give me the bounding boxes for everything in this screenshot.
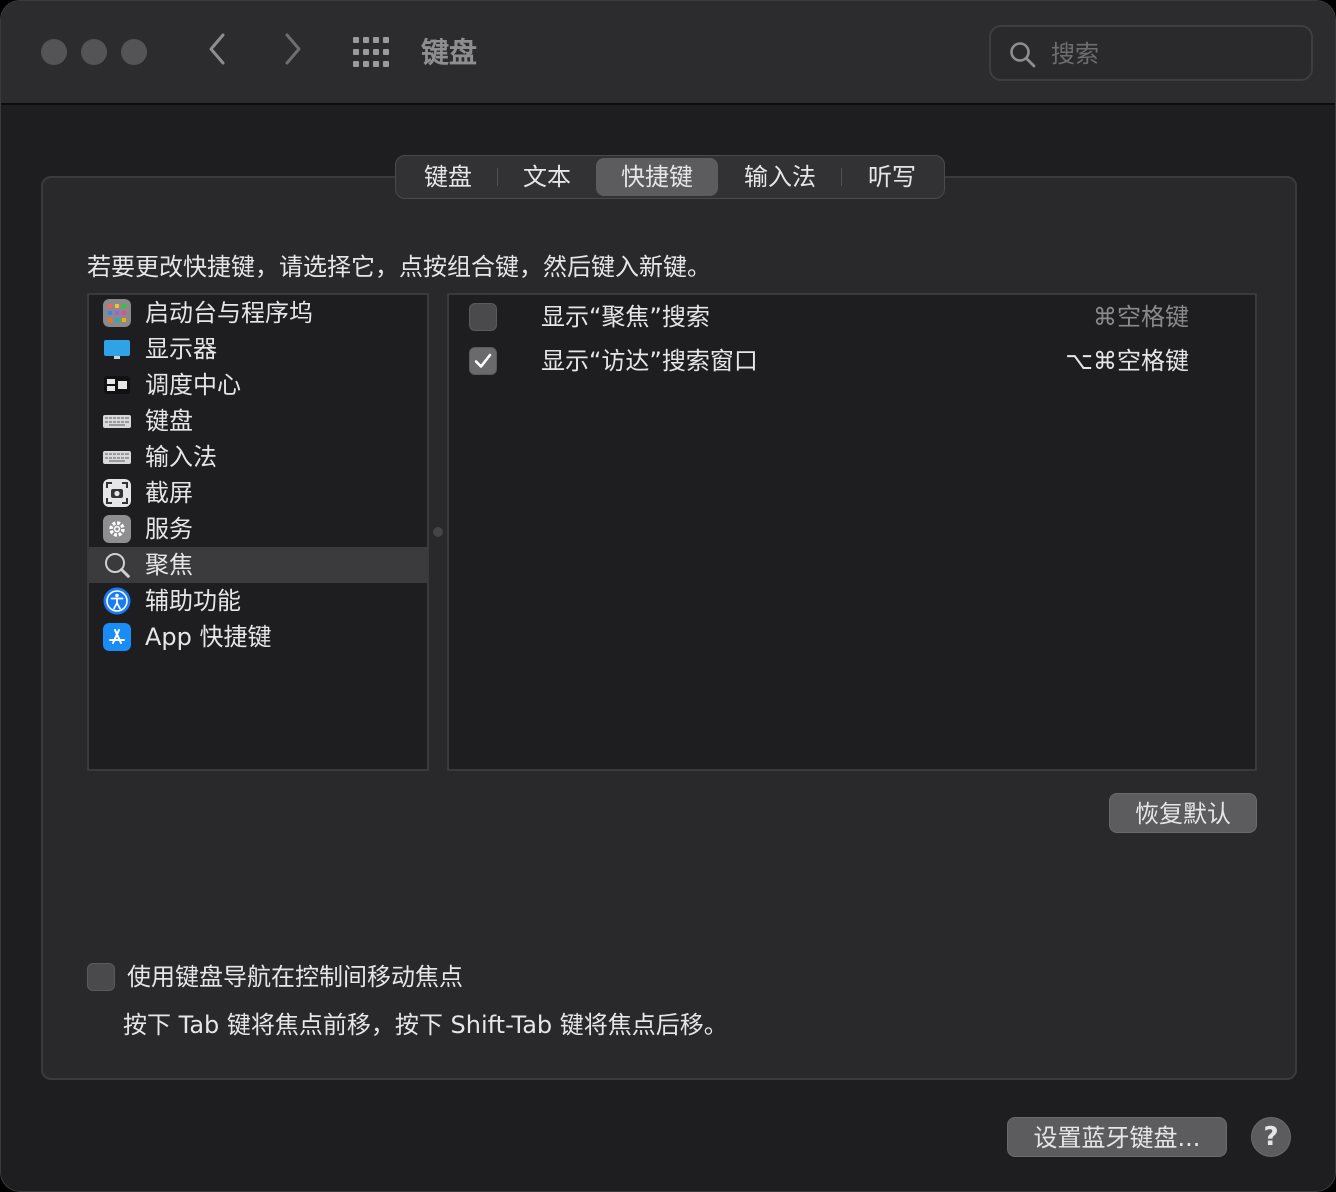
category-label: 启动台与程序坞: [145, 299, 313, 327]
accessibility-icon: [103, 587, 131, 615]
shortcut-row[interactable]: 显示“访达”搜索窗口 ⌥⌘空格键: [449, 339, 1255, 383]
back-button[interactable]: [197, 31, 237, 75]
title-bar: 键盘: [1, 1, 1335, 105]
shortcut-list[interactable]: 显示“聚焦”搜索 ⌘空格键 显示“访达”搜索窗口 ⌥⌘空格键: [447, 293, 1257, 771]
shortcut-key-combo[interactable]: ⌥⌘空格键: [1065, 339, 1189, 383]
category-item-mission-control[interactable]: 调度中心: [89, 367, 427, 403]
category-label: 聚焦: [145, 551, 193, 579]
chevron-right-icon: [285, 33, 301, 65]
shortcut-row[interactable]: 显示“聚焦”搜索 ⌘空格键: [449, 295, 1255, 339]
mission-control-icon: [104, 376, 130, 394]
setup-bluetooth-keyboard-button[interactable]: 设置蓝牙键盘...: [1007, 1117, 1227, 1157]
window-title: 键盘: [421, 36, 478, 69]
category-item-accessibility[interactable]: 辅助功能: [89, 583, 427, 619]
app-store-icon: [103, 623, 131, 651]
search-icon: [1010, 42, 1036, 68]
category-item-keyboard[interactable]: 键盘: [89, 403, 427, 439]
chevron-left-icon: [209, 33, 225, 65]
keyboard-icon: [103, 415, 131, 428]
shortcut-label: 显示“访达”搜索窗口: [541, 347, 758, 375]
category-item-launchpad[interactable]: 启动台与程序坞: [89, 295, 427, 331]
tab-keyboard[interactable]: 键盘: [398, 158, 498, 196]
search-input[interactable]: [1051, 35, 1291, 73]
shortcut-checkbox[interactable]: [469, 303, 497, 331]
shortcut-key-combo[interactable]: ⌘空格键: [1093, 295, 1189, 339]
split-view-divider-handle[interactable]: [433, 527, 443, 537]
tab-bar: 键盘 文本 快捷键 输入法 听写: [395, 155, 945, 199]
gear-icon: [103, 515, 131, 543]
show-all-grid-icon[interactable]: [353, 37, 391, 67]
help-button[interactable]: ?: [1251, 1117, 1291, 1157]
instruction-text: 若要更改快捷键，请选择它，点按组合键，然后键入新键。: [87, 253, 711, 281]
category-label: App 快捷键: [145, 623, 272, 651]
keyboard-navigation-label[interactable]: 使用键盘导航在控制间移动焦点: [127, 957, 463, 997]
category-label: 显示器: [145, 335, 217, 363]
keyboard-navigation-description: 按下 Tab 键将焦点前移，按下 Shift-Tab 键将焦点后移。: [123, 1011, 728, 1039]
magnifier-icon: [105, 553, 131, 579]
minimize-window-button[interactable]: [81, 39, 107, 65]
keyboard-navigation-checkbox[interactable]: [87, 963, 115, 991]
category-item-displays[interactable]: 显示器: [89, 331, 427, 367]
restore-defaults-button[interactable]: 恢复默认: [1109, 793, 1257, 833]
launchpad-icon: [103, 299, 131, 327]
keyboard-icon: [103, 451, 131, 464]
category-item-screenshots[interactable]: 截屏: [89, 475, 427, 511]
shortcut-checkbox[interactable]: [469, 347, 497, 375]
tab-shortcuts[interactable]: 快捷键: [596, 158, 718, 196]
category-item-spotlight[interactable]: 聚焦: [89, 547, 427, 583]
category-label: 辅助功能: [145, 587, 241, 615]
close-window-button[interactable]: [41, 39, 67, 65]
category-label: 调度中心: [145, 371, 241, 399]
keyboard-preferences-window: 键盘 键盘 文本 快捷键 输入法 听写 若要更改快捷键，请选择它，点按组合键，然…: [0, 0, 1336, 1192]
display-icon: [104, 340, 130, 359]
tab-text[interactable]: 文本: [498, 158, 596, 196]
category-label: 输入法: [145, 443, 217, 471]
category-item-app-shortcuts[interactable]: App 快捷键: [89, 619, 427, 655]
category-item-services[interactable]: 服务: [89, 511, 427, 547]
category-label: 服务: [145, 515, 193, 543]
forward-button[interactable]: [273, 31, 313, 75]
category-item-input-sources[interactable]: 输入法: [89, 439, 427, 475]
tab-dictation[interactable]: 听写: [842, 158, 942, 196]
category-label: 键盘: [145, 407, 193, 435]
shortcut-label: 显示“聚焦”搜索: [541, 303, 710, 331]
category-label: 截屏: [145, 479, 193, 507]
shortcut-category-list[interactable]: 启动台与程序坞 显示器 调度中心 键盘 输入法 截屏 服务 聚焦 辅助功能 Ap…: [87, 293, 429, 771]
checkmark-icon: [474, 353, 492, 368]
tab-input-sources[interactable]: 输入法: [718, 158, 842, 196]
zoom-window-button[interactable]: [121, 39, 147, 65]
screenshot-icon: [103, 479, 131, 507]
search-field[interactable]: [989, 25, 1313, 81]
